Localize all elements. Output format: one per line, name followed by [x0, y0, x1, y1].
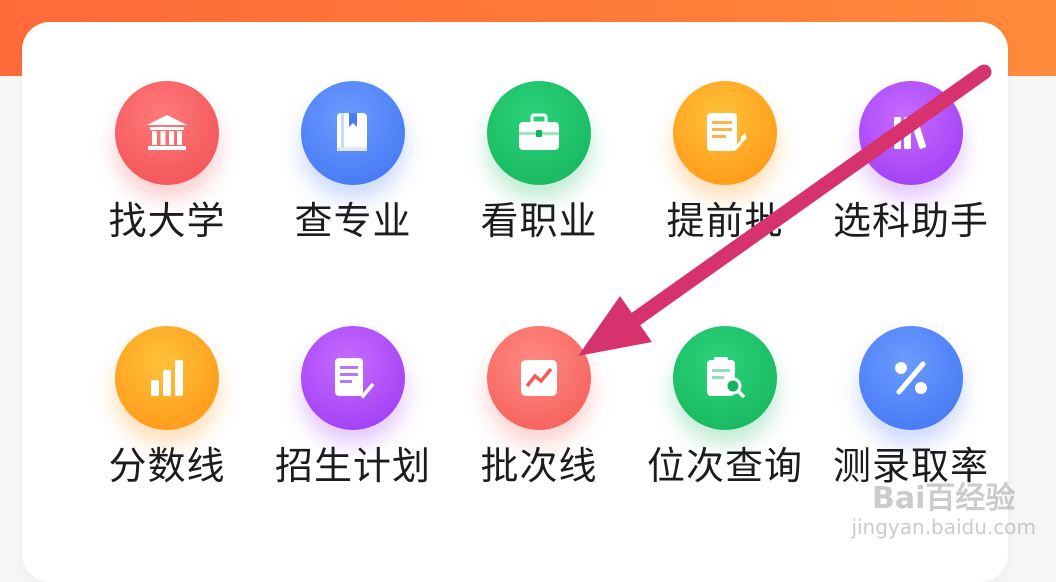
books-icon: [859, 81, 963, 185]
menu-item-batch-line[interactable]: 批次线: [444, 326, 634, 556]
briefcase-icon: [487, 81, 591, 185]
menu-item-enrollment-plan[interactable]: 招生计划: [258, 326, 448, 556]
menu-item-label: 找大学: [72, 197, 262, 245]
document-check-icon: [301, 326, 405, 430]
menu-item-rank-query[interactable]: 位次查询: [630, 326, 820, 556]
menu-item-major[interactable]: 查专业: [258, 81, 448, 311]
percent-icon: [859, 326, 963, 430]
menu-item-label: 分数线: [72, 442, 262, 490]
menu-item-subject-helper[interactable]: 选科助手: [816, 81, 1006, 311]
watermark-url: jingyan.baidu.com: [851, 516, 1036, 538]
line-chart-icon: [487, 326, 591, 430]
menu-item-label: 提前批: [630, 197, 820, 245]
book-icon: [301, 81, 405, 185]
clipboard-search-icon: [673, 326, 777, 430]
menu-item-career[interactable]: 看职业: [444, 81, 634, 311]
menu-item-find-university[interactable]: 找大学: [72, 81, 262, 311]
menu-item-label: 看职业: [444, 197, 634, 245]
bar-chart-icon: [115, 326, 219, 430]
menu-item-label: 查专业: [258, 197, 448, 245]
menu-item-label: 位次查询: [630, 442, 820, 490]
watermark: Bai百经验 jingyan.baidu.com: [851, 482, 1036, 538]
document-chart-icon: [673, 81, 777, 185]
university-icon: [115, 81, 219, 185]
menu-item-label: 选科助手: [816, 197, 1006, 245]
menu-item-score-line[interactable]: 分数线: [72, 326, 262, 556]
watermark-brand: Bai百经验: [851, 482, 1036, 516]
menu-item-label: 招生计划: [258, 442, 448, 490]
menu-item-early-batch[interactable]: 提前批: [630, 81, 820, 311]
menu-item-label: 批次线: [444, 442, 634, 490]
